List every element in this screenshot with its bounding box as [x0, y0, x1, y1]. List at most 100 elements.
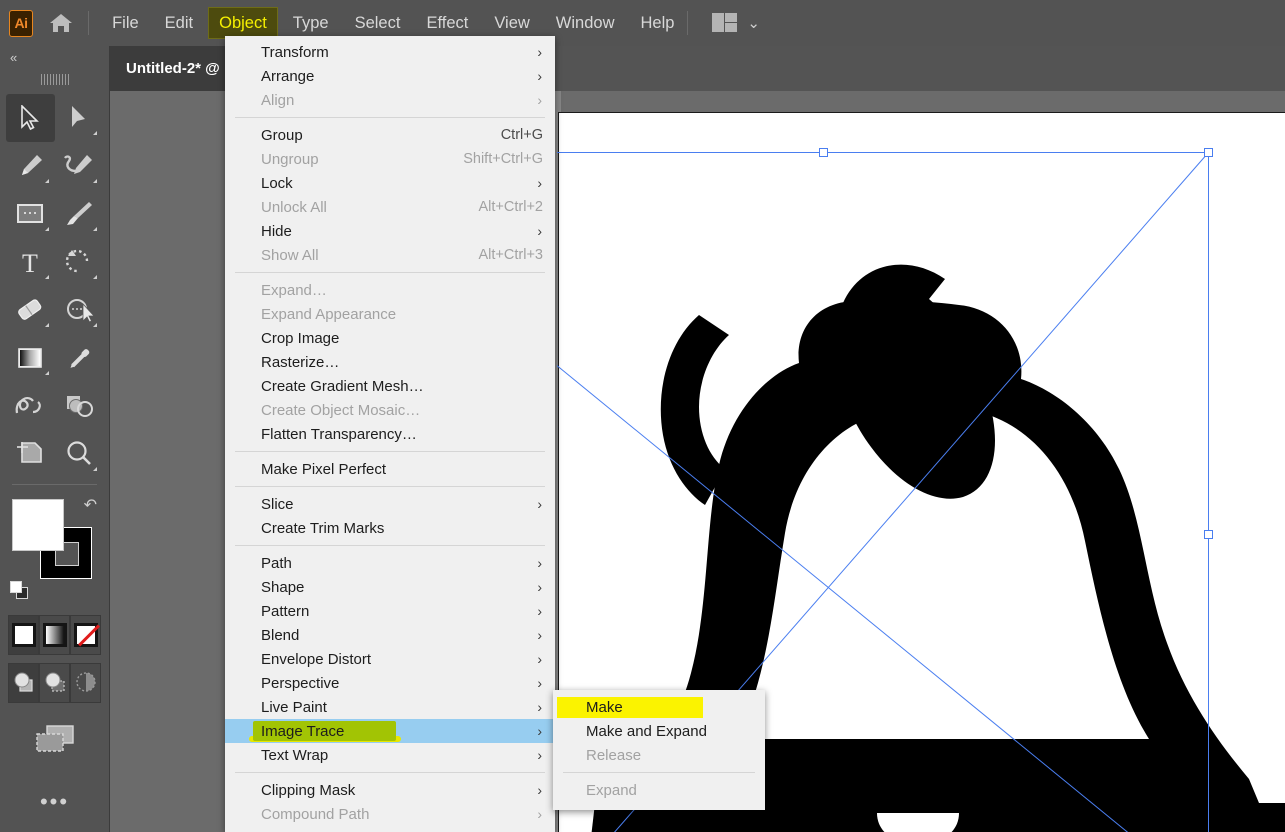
menu-item-lock[interactable]: Lock › [225, 171, 555, 195]
menu-item-label: Image Trace [261, 722, 345, 740]
menu-item-rasterize[interactable]: Rasterize… [225, 350, 555, 374]
menu-item-hide[interactable]: Hide › [225, 219, 555, 243]
menu-item-label: Envelope Distort [261, 650, 372, 668]
menu-item-label: Create Object Mosaic… [261, 401, 421, 419]
chevron-down-icon[interactable]: ⌄ [747, 14, 760, 32]
menu-item-group[interactable]: Group Ctrl+G [225, 123, 555, 147]
color-swatch-mode-button[interactable] [8, 615, 39, 655]
menu-item-create-trim-marks[interactable]: Create Trim Marks [225, 516, 555, 540]
menu-item-crop-image[interactable]: Crop Image [225, 326, 555, 350]
submenu-separator [563, 772, 755, 773]
menu-window[interactable]: Window [545, 7, 626, 39]
menu-item-shortcut: Alt+Ctrl+3 [478, 247, 543, 263]
menu-item-clipping-mask[interactable]: Clipping Mask › [225, 778, 555, 802]
menu-item-label: Perspective [261, 674, 340, 692]
top-menu-bar: Ai File Edit Object Type Select Effect V… [0, 0, 1285, 46]
menu-type[interactable]: Type [282, 7, 340, 39]
menu-item-label: Blend [261, 626, 300, 644]
menu-item-label: Flatten Transparency… [261, 425, 417, 443]
draw-behind-button[interactable] [39, 663, 70, 703]
direct-selection-tool[interactable] [55, 94, 104, 142]
menu-item-create-gradient-mesh[interactable]: Create Gradient Mesh… [225, 374, 555, 398]
submenu-arrow-icon: › [537, 44, 542, 60]
submenu-item-make-and-expand[interactable]: Make and Expand [553, 719, 765, 743]
workspace-layout-icon [712, 13, 738, 33]
menu-file[interactable]: File [101, 7, 150, 39]
home-icon[interactable] [46, 8, 76, 38]
menu-item-label: Ungroup [261, 150, 319, 168]
zoom-tool[interactable] [55, 430, 104, 478]
symbol-sprayer-tool[interactable] [55, 382, 104, 430]
menu-item-label: Crop Image [261, 329, 340, 347]
none-mode-button[interactable] [70, 615, 101, 655]
fill-swatch[interactable] [12, 499, 64, 551]
eraser-tool[interactable] [6, 286, 55, 334]
menu-item-pattern[interactable]: Pattern › [225, 599, 555, 623]
draw-mode-row [8, 663, 101, 703]
menu-item-label: Hide [261, 222, 292, 240]
submenu-arrow-icon: › [537, 92, 542, 108]
default-fill-stroke-icon[interactable] [10, 581, 30, 601]
menu-item-path[interactable]: Path › [225, 551, 555, 575]
menu-item-transform[interactable]: Transform › [225, 40, 555, 64]
image-trace-submenu[interactable]: Make Make and Expand Release Expand [553, 690, 765, 810]
swap-fill-stroke-icon[interactable]: ↶ [84, 495, 97, 515]
shaper-tool[interactable] [55, 286, 104, 334]
menu-item-unlock-all: Unlock All Alt+Ctrl+2 [225, 195, 555, 219]
draw-normal-button[interactable] [8, 663, 39, 703]
submenu-item-make[interactable]: Make [553, 695, 765, 719]
object-dropdown-menu[interactable]: Transform › Arrange › Align › Group Ctrl+G Ungro… [225, 36, 555, 832]
menu-item-envelope-distort[interactable]: Envelope Distort › [225, 647, 555, 671]
menu-edit[interactable]: Edit [154, 7, 204, 39]
menu-item-create-object-mosaic: Create Object Mosaic… [225, 398, 555, 422]
menu-item-label: Arrange [261, 67, 315, 85]
curvature-tool[interactable] [55, 142, 104, 190]
menu-item-align: Align › [225, 88, 555, 112]
menu-item-image-trace[interactable]: Image Trace › [225, 719, 555, 743]
submenu-arrow-icon: › [537, 68, 542, 84]
menu-item-flatten-transparency[interactable]: Flatten Transparency… [225, 422, 555, 446]
submenu-arrow-icon: › [537, 651, 542, 667]
toolbar-divider [88, 11, 90, 35]
screen-mode-button[interactable] [0, 711, 109, 767]
rotate-tool[interactable] [55, 238, 104, 286]
type-tool[interactable]: T [6, 238, 55, 286]
eyedropper-tool[interactable] [55, 334, 104, 382]
menu-view[interactable]: View [483, 7, 540, 39]
menu-separator [235, 451, 545, 452]
menu-item-artboards[interactable]: Artboards› [225, 826, 555, 832]
more-tools-button[interactable]: ••• [0, 789, 109, 815]
illustrator-logo[interactable]: Ai [9, 9, 34, 37]
menu-item-perspective[interactable]: Perspective › [225, 671, 555, 695]
submenu-arrow-icon: › [537, 723, 542, 739]
menu-item-text-wrap[interactable]: Text Wrap › [225, 743, 555, 767]
menu-effect[interactable]: Effect [415, 7, 479, 39]
workspace-switcher[interactable]: ⌄ [687, 11, 760, 35]
gradient-mode-button[interactable] [39, 615, 70, 655]
menu-item-shape[interactable]: Shape › [225, 575, 555, 599]
collapse-panel-button[interactable]: « [0, 46, 109, 70]
menu-item-slice[interactable]: Slice › [225, 492, 555, 516]
menu-item-blend[interactable]: Blend › [225, 623, 555, 647]
menu-item-arrange[interactable]: Arrange › [225, 64, 555, 88]
menu-item-live-paint[interactable]: Live Paint › [225, 695, 555, 719]
rectangle-tool[interactable] [6, 190, 55, 238]
gradient-tool[interactable] [6, 334, 55, 382]
blend-tool[interactable] [6, 382, 55, 430]
highlighter-mark-yellow [557, 697, 703, 718]
selection-tool[interactable] [6, 94, 55, 142]
menu-item-make-pixel-perfect[interactable]: Make Pixel Perfect [225, 457, 555, 481]
submenu-arrow-icon: › [537, 555, 542, 571]
submenu-arrow-icon: › [537, 675, 542, 691]
tools-panel: « T ↶ ••• [0, 46, 110, 832]
menu-help[interactable]: Help [629, 7, 685, 39]
toolbar-separator [12, 484, 97, 485]
paintbrush-tool[interactable] [55, 190, 104, 238]
menu-select[interactable]: Select [344, 7, 412, 39]
artboard-tool[interactable] [6, 430, 55, 478]
panel-gripper[interactable] [0, 70, 109, 88]
pen-tool[interactable] [6, 142, 55, 190]
draw-inside-button[interactable] [70, 663, 101, 703]
menu-item-label: Live Paint [261, 698, 327, 716]
menu-object[interactable]: Object [208, 7, 278, 39]
